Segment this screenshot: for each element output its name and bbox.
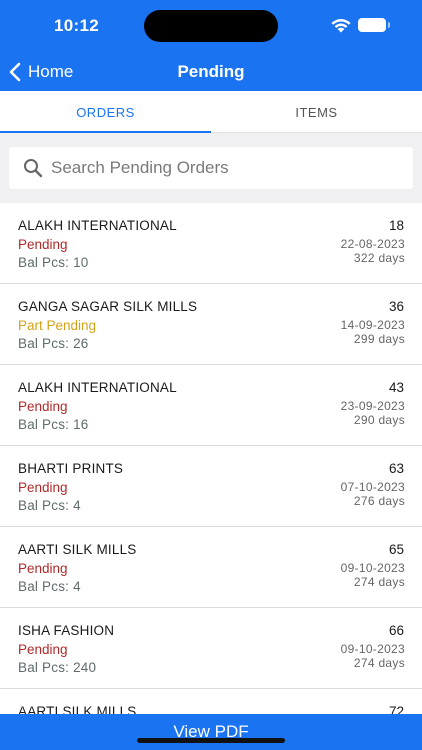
balance-pieces: Bal Pcs: 26 [18, 336, 89, 351]
search-section [0, 133, 422, 203]
search-input[interactable] [51, 158, 391, 178]
home-indicator [137, 738, 285, 743]
party-name: BHARTI PRINTS [18, 461, 124, 476]
balance-pieces: Bal Pcs: 10 [18, 255, 89, 270]
status-bar: 10:12 [0, 0, 422, 52]
order-date: 09-10-2023 [340, 642, 405, 656]
dynamic-island [144, 10, 278, 42]
battery-icon [358, 18, 390, 32]
order-number: 43 [388, 380, 404, 395]
party-name: GANGA SAGAR SILK MILLS [18, 299, 198, 314]
search-icon [24, 159, 43, 178]
order-row[interactable]: ALAKH INTERNATIONAL Pending Bal Pcs: 10 … [0, 203, 422, 284]
status-time: 10:12 [54, 16, 99, 35]
order-row[interactable]: GANGA SAGAR SILK MILLS Part Pending Bal … [0, 284, 422, 365]
order-date: 22-08-2023 [340, 237, 405, 251]
search-box[interactable] [9, 147, 413, 189]
balance-pieces: Bal Pcs: 240 [18, 660, 97, 675]
balance-pieces: Bal Pcs: 16 [18, 417, 89, 432]
order-number: 18 [388, 218, 404, 233]
party-name: AARTI SILK MILLS [18, 542, 137, 557]
order-date: 23-09-2023 [340, 399, 405, 413]
order-status: Pending [18, 237, 68, 252]
tab-orders[interactable]: ORDERS [0, 91, 211, 133]
order-number: 36 [388, 299, 404, 314]
view-pdf-button[interactable]: View PDF [0, 714, 422, 750]
wifi-icon [331, 19, 351, 33]
order-age: 276 days [353, 494, 405, 508]
order-date: 07-10-2023 [340, 480, 405, 494]
header-bar: 10:12 Home Pending [0, 0, 422, 91]
order-number: 63 [388, 461, 404, 476]
order-age: 274 days [353, 575, 405, 589]
order-status: Pending [18, 561, 68, 576]
balance-pieces: Bal Pcs: 4 [18, 498, 81, 513]
tab-bar: ORDERS ITEMS [0, 91, 422, 133]
order-date: 14-09-2023 [340, 318, 405, 332]
party-name: ALAKH INTERNATIONAL [18, 380, 177, 395]
order-age: 299 days [353, 332, 405, 346]
order-number: 65 [388, 542, 404, 557]
order-date: 09-10-2023 [340, 561, 405, 575]
order-age: 322 days [353, 251, 405, 265]
party-name: ALAKH INTERNATIONAL [18, 218, 177, 233]
order-status: Pending [18, 642, 68, 657]
orders-list: ALAKH INTERNATIONAL Pending Bal Pcs: 10 … [0, 203, 422, 750]
order-row[interactable]: ISHA FASHION Pending Bal Pcs: 240 66 09-… [0, 608, 422, 689]
order-age: 290 days [353, 413, 405, 427]
order-number: 66 [388, 623, 404, 638]
navigation-bar: Home Pending [0, 52, 422, 91]
order-status: Pending [18, 480, 68, 495]
party-name: ISHA FASHION [18, 623, 115, 638]
order-status: Pending [18, 399, 68, 414]
order-row[interactable]: AARTI SILK MILLS Pending Bal Pcs: 4 65 0… [0, 527, 422, 608]
tab-items[interactable]: ITEMS [211, 91, 422, 133]
order-row[interactable]: ALAKH INTERNATIONAL Pending Bal Pcs: 16 … [0, 365, 422, 446]
balance-pieces: Bal Pcs: 4 [18, 579, 81, 594]
order-status: Part Pending [18, 318, 97, 333]
order-row[interactable]: BHARTI PRINTS Pending Bal Pcs: 4 63 07-1… [0, 446, 422, 527]
page-title: Pending [177, 62, 245, 81]
order-age: 274 days [353, 656, 405, 670]
